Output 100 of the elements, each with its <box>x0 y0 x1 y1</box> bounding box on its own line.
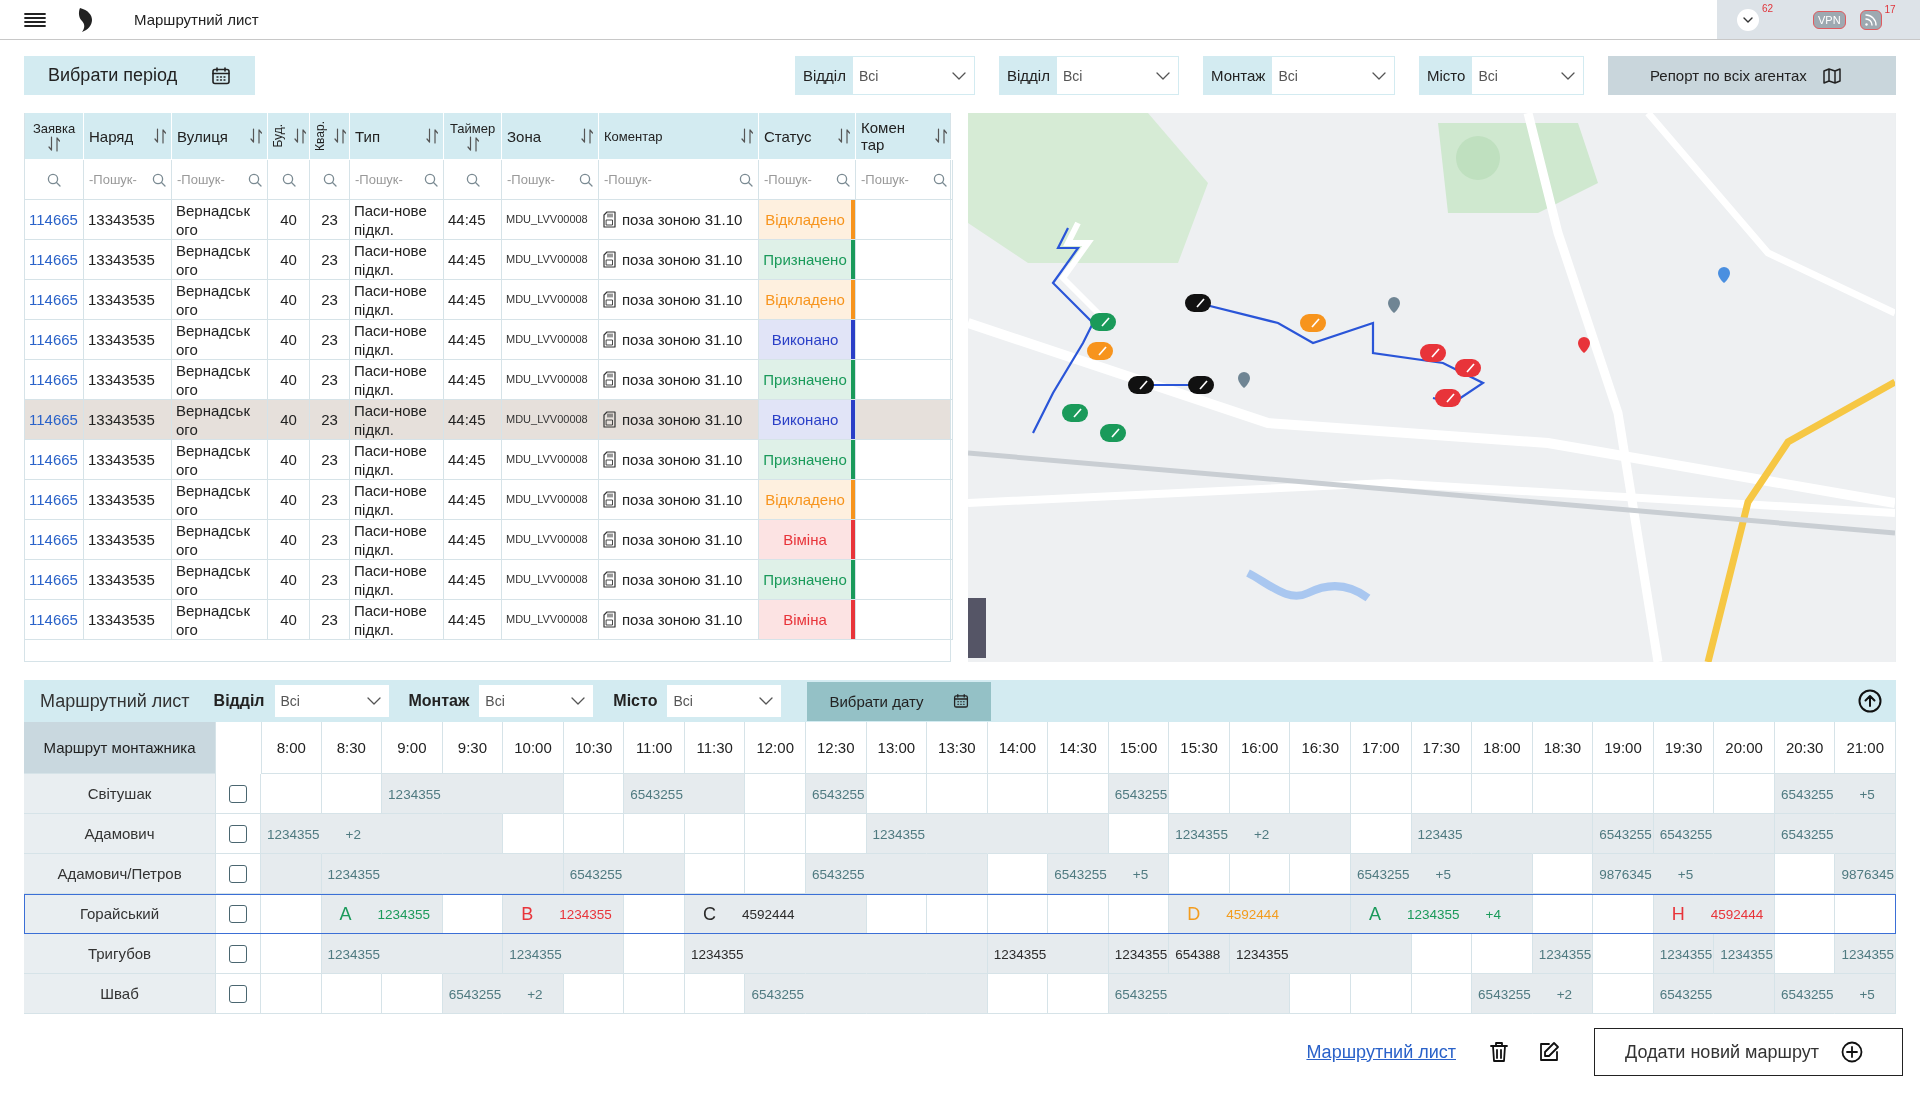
search-icon[interactable] <box>322 172 337 187</box>
table-row[interactable]: 114665 13343535 Вернадськ ого 40 23 Паси-нове підкл. 44:45 MDU_LVV00008 поза зоною 31.10 Віміна <box>25 600 950 640</box>
search-field[interactable]: -Пошук- <box>507 172 576 187</box>
edit-icon[interactable] <box>1538 1041 1560 1063</box>
request-link[interactable]: 114665 <box>29 330 78 349</box>
request-link[interactable]: 114665 <box>29 530 78 549</box>
checkbox[interactable] <box>229 944 247 963</box>
feed-button[interactable] <box>1859 9 1882 30</box>
menu-icon[interactable] <box>24 11 46 28</box>
time-slot[interactable] <box>1169 934 1230 974</box>
search-field[interactable]: -Пошук- <box>764 172 833 187</box>
checkbox[interactable] <box>229 864 247 883</box>
sort-icon[interactable] <box>48 135 60 152</box>
sd-card-icon <box>603 251 616 268</box>
column-header[interactable]: Таймер <box>449 120 496 136</box>
route-row[interactable]: Шваб 6543255 +2 6543255 6543255 6543255 +2 6543255 6543255 +5 <box>24 974 1896 1014</box>
checkbox[interactable] <box>229 824 247 843</box>
table-row[interactable]: 114665 13343535 Вернадськ ого 40 23 Паси-нове підкл. 44:45 MDU_LVV00008 поза зоною 31.10 Виконано <box>25 400 950 440</box>
table-row[interactable]: 114665 13343535 Вернадськ ого 40 23 Паси-нове підкл. 44:45 MDU_LVV00008 поза зоною 31.10 Призначено <box>25 560 950 600</box>
search-field[interactable]: -Пошук- <box>604 172 736 187</box>
date-button[interactable]: Вибрати дату <box>807 681 992 721</box>
search-icon[interactable] <box>739 172 753 187</box>
sort-icon[interactable] <box>334 128 346 144</box>
column-header[interactable]: Наряд <box>89 127 134 145</box>
request-link[interactable]: 114665 <box>29 570 78 589</box>
search-icon[interactable] <box>465 172 480 187</box>
sort-icon[interactable] <box>250 128 262 144</box>
route-row[interactable]: Світушак 1234355 6543255 6543255 6543255 6543255 +5 <box>24 774 1896 814</box>
column-header[interactable]: Тип <box>355 127 380 145</box>
period-button[interactable]: Вибрати період <box>24 56 256 95</box>
time-slot[interactable] <box>1108 934 1170 974</box>
sort-icon[interactable] <box>294 128 306 144</box>
stop-letter: A <box>338 903 353 925</box>
route-sheet-link[interactable]: Маршрутний лист <box>1306 1041 1456 1063</box>
column-header[interactable]: Вулиця <box>177 127 228 145</box>
arrow-up-circle-icon[interactable] <box>1858 689 1882 713</box>
report-button[interactable]: Репорт по всіх агентах <box>1608 56 1896 95</box>
request-link[interactable]: 114665 <box>29 290 78 309</box>
request-link[interactable]: 114665 <box>29 450 78 469</box>
search-icon[interactable] <box>248 172 262 187</box>
filter-select[interactable]: Всі <box>274 685 389 717</box>
rss-icon <box>1863 12 1878 27</box>
request-link[interactable]: 114665 <box>29 490 78 509</box>
column-header[interactable]: Заявка <box>32 120 76 136</box>
checkbox[interactable] <box>229 984 247 1003</box>
add-route-button[interactable]: Додати новий маршрут <box>1594 1028 1903 1076</box>
filter-label: Місто <box>613 691 659 711</box>
column-header[interactable]: Коментар <box>604 128 663 144</box>
table-row[interactable]: 114665 13343535 Вернадськ ого 40 23 Паси-нове підкл. 44:45 MDU_LVV00008 поза зоною 31.10 Призначено <box>25 440 950 480</box>
sort-icon[interactable] <box>581 128 593 144</box>
request-link[interactable]: 114665 <box>29 250 78 269</box>
search-icon[interactable] <box>47 172 61 187</box>
table-row[interactable]: 114665 13343535 Вернадськ ого 40 23 Паси-нове підкл. 44:45 MDU_LVV00008 поза зоною 31.10 Відкладено <box>25 280 950 320</box>
column-header[interactable]: Зона <box>507 127 542 145</box>
table-row[interactable]: 114665 13343535 Вернадськ ого 40 23 Паси-нове підкл. 44:45 MDU_LVV00008 поза зоною 31.10 Відкладено <box>25 200 950 240</box>
order-number: 4592444 <box>1710 906 1764 922</box>
table-row[interactable]: 114665 13343535 Вернадськ ого 40 23 Паси-нове підкл. 44:45 MDU_LVV00008 поза зоною 31.10 Призначено <box>25 240 950 280</box>
search-field[interactable]: -Пошук- <box>861 172 930 187</box>
table-row[interactable]: 114665 13343535 Вернадськ ого 40 23 Паси-нове підкл. 44:45 MDU_LVV00008 поза зоною 31.10 Відкладено <box>25 480 950 520</box>
request-link[interactable]: 114665 <box>29 370 78 389</box>
trash-icon[interactable] <box>1490 1041 1508 1063</box>
column-header[interactable]: Буд. <box>271 124 285 148</box>
route-row[interactable]: Горайський A 1234355 B 1234355 C 4592444 D 4592444 A 1234355 +4 H 4592444 <box>24 894 1896 934</box>
search-icon[interactable] <box>933 172 947 187</box>
search-icon[interactable] <box>424 172 438 187</box>
order-number: 1234355 <box>872 826 926 842</box>
search-icon[interactable] <box>152 172 166 187</box>
request-link[interactable]: 114665 <box>29 610 78 629</box>
column-header[interactable]: Квар. <box>313 121 327 151</box>
sort-icon[interactable] <box>154 128 166 144</box>
dropdown-button[interactable] <box>1737 8 1759 31</box>
time-slot[interactable] <box>684 934 746 974</box>
table-row[interactable]: 114665 13343535 Вернадськ ого 40 23 Паси-нове підкл. 44:45 MDU_LVV00008 поза зоною 31.10 Виконано <box>25 320 950 360</box>
time-slot[interactable] <box>987 934 1049 974</box>
sort-icon[interactable] <box>466 135 479 152</box>
search-icon[interactable] <box>836 172 850 187</box>
sort-icon[interactable] <box>426 128 438 144</box>
search-icon[interactable] <box>281 172 296 187</box>
request-link[interactable]: 114665 <box>29 210 78 229</box>
search-field[interactable]: -Пошук- <box>355 172 421 187</box>
search-field[interactable]: -Пошук- <box>177 172 245 187</box>
sort-icon[interactable] <box>935 128 947 144</box>
search-icon[interactable] <box>579 172 593 187</box>
route-row[interactable]: Тригубов 1234355 1234355 1234355 1234355 1234355 654388 1234355 1234355 1234355 1234355 1234355 <box>24 934 1896 974</box>
table-row[interactable]: 114665 13343535 Вернадськ ого 40 23 Паси-нове підкл. 44:45 MDU_LVV00008 поза зоною 31.10 Віміна <box>25 520 950 560</box>
filter-select[interactable]: Всі <box>667 685 782 717</box>
checkbox[interactable] <box>229 784 247 803</box>
column-header[interactable]: Комен тар <box>861 119 911 153</box>
connection-type: Паси-нове підкл. <box>354 480 428 519</box>
order-number: 13343535 <box>88 410 155 429</box>
filter-select[interactable]: Всі <box>479 685 594 717</box>
sort-icon[interactable] <box>838 128 850 144</box>
route-row[interactable]: Адамович/Петров 1234355 6543255 6543255 6543255 +5 6543255 +5 9876345 +5 9876345 <box>24 854 1896 894</box>
sort-icon[interactable] <box>741 128 753 144</box>
request-link[interactable]: 114665 <box>29 410 78 429</box>
column-header[interactable]: Статус <box>764 127 812 145</box>
search-field[interactable]: -Пошук- <box>89 172 149 187</box>
checkbox[interactable] <box>229 904 247 923</box>
time-slot[interactable] <box>1229 934 1291 974</box>
route-row[interactable]: Адамович 1234355 +2 1234355 1234355 +2 123435 6543255 6543255 6543255 <box>24 814 1896 854</box>
